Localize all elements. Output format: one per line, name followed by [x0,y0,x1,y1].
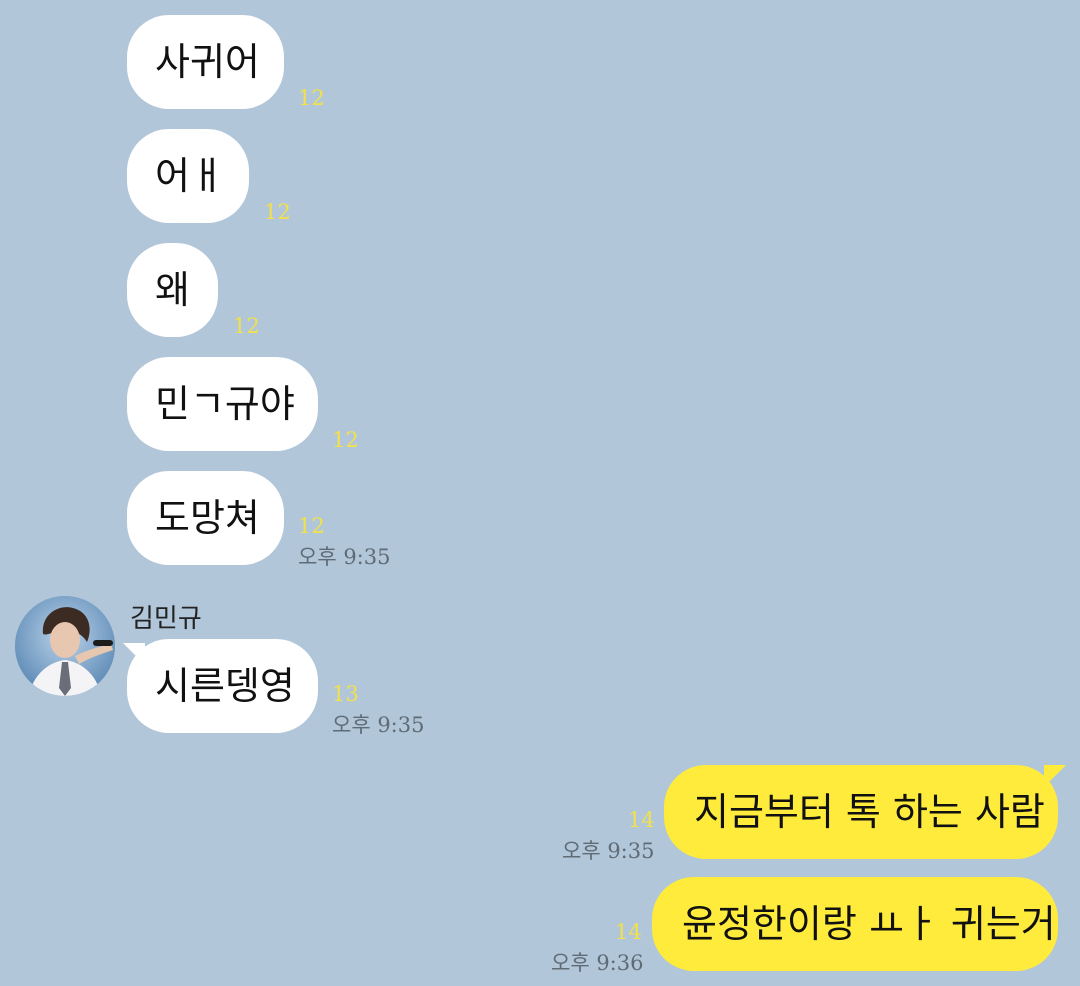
message-time: 오후 9:35 [332,713,425,737]
profile-photo-icon [15,596,115,696]
message-text: 윤정한이랑 ㅛㅏ 귀는거 [682,902,1056,946]
unread-count: 12 [298,86,325,110]
message-text: 도망쳐 [155,496,260,540]
message-text: 어ㅐ [155,154,225,198]
message-bubble[interactable]: 지금부터 톡 하는 사람 [664,765,1058,859]
message-text: 왜 [155,268,190,312]
read-count: 14 [628,808,655,832]
unread-count: 12 [332,428,359,452]
message-text: 민ㄱ규야 [155,382,295,426]
unread-count: 12 [264,200,291,224]
message-text: 사귀어 [155,40,260,84]
message-bubble[interactable]: 윤정한이랑 ㅛㅏ 귀는거 [652,877,1058,971]
unread-count: 12 [298,514,325,538]
message-bubble[interactable]: 도망쳐 [127,471,284,565]
avatar[interactable] [15,596,115,696]
message-bubble[interactable]: 민ㄱ규야 [127,357,318,451]
sender-name: 김민규 [130,604,202,634]
message-text: 시른뎅영 [155,664,295,708]
message-bubble[interactable]: 왜 [127,243,218,337]
message-time: 오후 9:36 [551,951,644,975]
message-time: 오후 9:35 [298,545,391,569]
unread-count: 12 [233,314,260,338]
read-count: 14 [615,920,642,944]
message-bubble[interactable]: 사귀어 [127,15,284,109]
unread-count: 13 [332,682,359,706]
message-bubble[interactable]: 어ㅐ [127,129,249,223]
message-bubble[interactable]: 시른뎅영 [127,639,318,733]
message-time: 오후 9:35 [562,839,655,863]
message-text: 지금부터 톡 하는 사람 [694,790,1045,834]
